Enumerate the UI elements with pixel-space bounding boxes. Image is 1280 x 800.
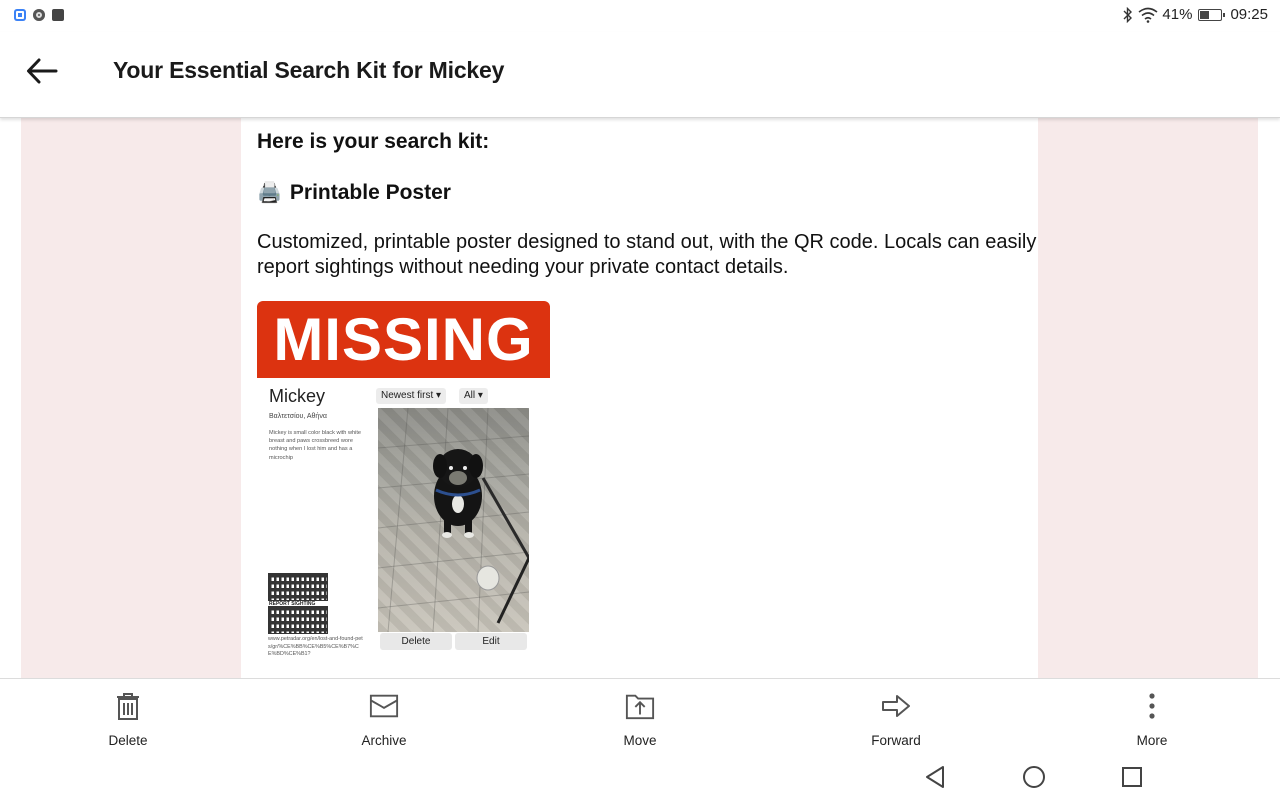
app-header: Your Essential Search Kit for Mickey xyxy=(0,32,1280,118)
poster-delete-button: Delete xyxy=(380,633,452,650)
move-icon xyxy=(625,694,655,720)
trash-icon xyxy=(117,693,139,720)
clock: 09:25 xyxy=(1230,6,1268,23)
chrome-icon xyxy=(33,9,45,21)
more-label: More xyxy=(1136,733,1168,748)
email-body: Here is your search kit: 🖨️ Printable Po… xyxy=(241,118,1038,678)
battery-icon xyxy=(1198,8,1226,21)
delete-label: Delete xyxy=(108,733,148,748)
poster-description: Customized, printable poster designed to… xyxy=(257,231,1037,278)
missing-banner: MISSING xyxy=(257,301,550,378)
archive-icon xyxy=(369,694,399,718)
nav-home-button[interactable] xyxy=(1021,764,1047,790)
move-label: Move xyxy=(623,733,657,748)
more-button[interactable]: More xyxy=(1092,679,1212,753)
forward-icon xyxy=(882,695,910,717)
email-subject-title: Your Essential Search Kit for Mickey xyxy=(113,57,505,83)
bluetooth-icon xyxy=(1123,6,1133,23)
archive-button[interactable]: Archive xyxy=(324,679,444,753)
email-content-scroll[interactable]: Here is your search kit: 🖨️ Printable Po… xyxy=(0,118,1280,678)
move-button[interactable]: Move xyxy=(580,679,700,753)
printable-poster-label: Printable Poster xyxy=(289,180,451,204)
more-icon xyxy=(1149,693,1155,719)
back-triangle-icon xyxy=(926,766,944,788)
missing-poster-image[interactable]: MISSING Mickey Βαλτετσίου, Αθήνα Mickey … xyxy=(257,301,551,678)
back-button[interactable] xyxy=(22,51,62,91)
recents-square-icon xyxy=(1122,767,1142,787)
qr-code-lower-icon xyxy=(268,606,328,634)
dog-illustration xyxy=(378,408,529,632)
system-nav-bar xyxy=(0,752,1280,800)
qr-code-icon xyxy=(268,573,328,601)
archive-label: Archive xyxy=(361,733,407,748)
status-indicators: 41% 09:25 xyxy=(1122,6,1268,23)
poster-pet-location: Βαλτετσίου, Αθήνα xyxy=(269,413,327,420)
email-action-bar: Delete Archive Move Forward More xyxy=(0,678,1280,752)
poster-pet-description: Mickey is small color black with white b… xyxy=(269,430,362,461)
facebook-icon xyxy=(52,9,64,21)
nav-back-button[interactable] xyxy=(922,764,948,790)
poster-filter-select: All ▾ xyxy=(459,388,488,404)
app-icon xyxy=(14,9,26,21)
forward-button[interactable]: Forward xyxy=(836,679,956,753)
nav-recents-button[interactable] xyxy=(1119,764,1145,790)
notification-icons xyxy=(14,9,64,21)
poster-edit-button: Edit xyxy=(455,633,527,650)
arrow-left-icon xyxy=(27,58,58,84)
battery-percent: 41% xyxy=(1162,6,1193,23)
status-bar: 41% 09:25 xyxy=(0,0,1280,32)
poster-url: www.petradar.org/en/lost-and-found-pets/… xyxy=(268,636,363,658)
delete-button[interactable]: Delete xyxy=(68,679,188,753)
home-circle-icon xyxy=(1023,766,1045,788)
printable-poster-heading: 🖨️ Printable Poster xyxy=(257,180,451,205)
dog-photo xyxy=(378,408,529,632)
poster-pet-name: Mickey xyxy=(269,386,326,406)
poster-sort-select: Newest first ▾ xyxy=(376,388,447,404)
printer-icon: 🖨️ xyxy=(257,182,282,204)
wifi-icon xyxy=(1138,7,1158,23)
search-kit-heading: Here is your search kit: xyxy=(257,130,490,153)
forward-label: Forward xyxy=(871,733,921,748)
